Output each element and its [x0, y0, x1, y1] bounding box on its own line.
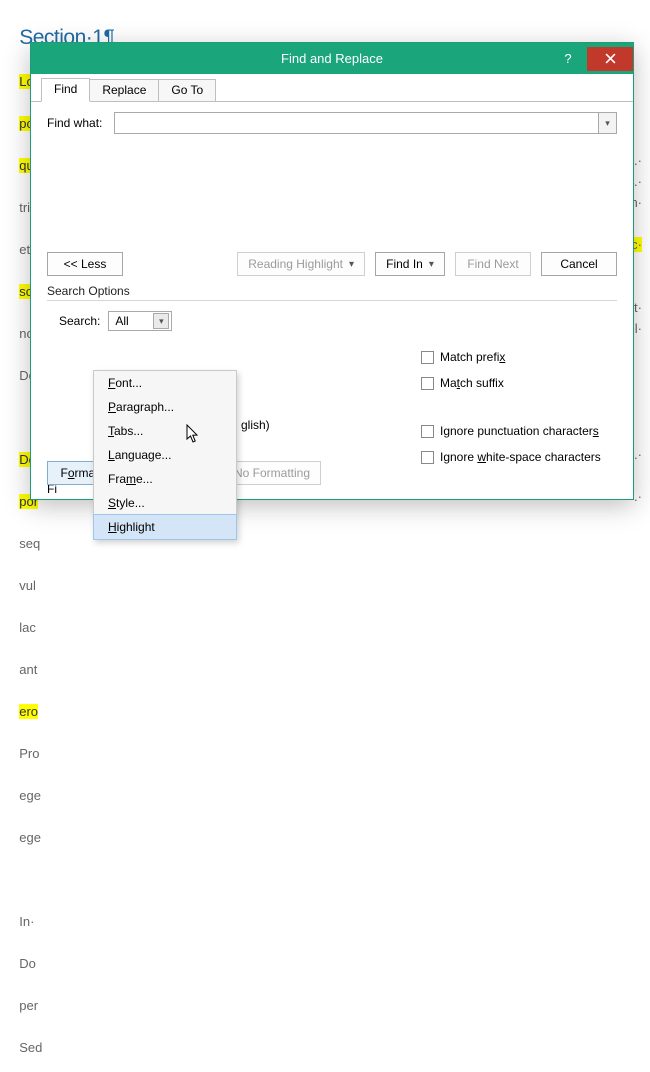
- check-match-suffix[interactable]: Match suffix: [421, 370, 601, 396]
- menu-style[interactable]: Style...: [94, 491, 236, 515]
- search-label: Search:: [59, 314, 100, 328]
- tab-row: Find Replace Go To: [31, 74, 633, 102]
- search-direction-select[interactable]: All ▾: [108, 311, 172, 331]
- tab-goto[interactable]: Go To: [158, 79, 216, 101]
- search-options-label: Search Options: [47, 284, 617, 298]
- no-formatting-button[interactable]: No Formatting: [223, 461, 321, 485]
- menu-language[interactable]: Language...: [94, 443, 236, 467]
- find-what-input[interactable]: ▾: [114, 112, 617, 134]
- reading-highlight-button[interactable]: Reading Highlight: [237, 252, 365, 276]
- menu-font[interactable]: Font...: [94, 371, 236, 395]
- find-next-button[interactable]: Find Next: [455, 252, 531, 276]
- find-in-button[interactable]: Find In: [375, 252, 445, 276]
- check-ignore-punct[interactable]: Ignore punctuation characters: [421, 418, 601, 444]
- find-replace-dialog: Find and Replace ? Find Replace Go To Fi…: [30, 42, 634, 500]
- chevron-down-icon: ▾: [153, 313, 169, 329]
- format-menu: Font... Paragraph... Tabs... Language...…: [93, 370, 237, 540]
- dialog-title: Find and Replace: [31, 51, 633, 66]
- dialog-client: Find what: ▾ << Less Reading Highlight F…: [31, 102, 633, 499]
- tab-replace[interactable]: Replace: [89, 79, 159, 101]
- doc-frag: ero: [19, 704, 38, 719]
- check-ignore-ws[interactable]: Ignore white-space characters: [421, 444, 601, 470]
- menu-highlight[interactable]: Highlight: [93, 514, 237, 540]
- check-match-prefix[interactable]: Match prefix: [421, 344, 601, 370]
- titlebar[interactable]: Find and Replace ?: [31, 43, 633, 74]
- cancel-button[interactable]: Cancel: [541, 252, 617, 276]
- tab-find[interactable]: Find: [41, 78, 90, 102]
- menu-frame[interactable]: Frame...: [94, 467, 236, 491]
- menu-paragraph[interactable]: Paragraph...: [94, 395, 236, 419]
- right-options: Match prefix Match suffix Ignore punctua…: [421, 344, 601, 470]
- find-what-dropdown[interactable]: ▾: [598, 113, 616, 133]
- language-peek: glish): [241, 418, 270, 432]
- menu-tabs[interactable]: Tabs...: [94, 419, 236, 443]
- less-button[interactable]: << Less: [47, 252, 123, 276]
- find-what-label: Find what:: [47, 116, 102, 130]
- mouse-cursor-icon: [186, 424, 202, 447]
